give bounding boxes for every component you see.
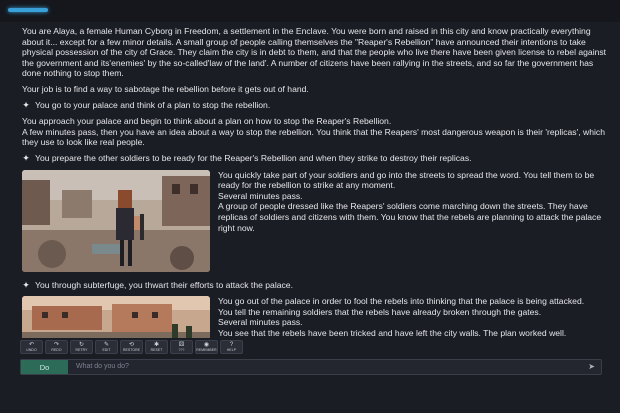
story-paragraph: You quickly take part of your soldiers a… (218, 170, 612, 272)
story-entry-with-image: You quickly take part of your soldiers a… (22, 169, 612, 272)
command-input-bar: Do What do you do? ➤ (20, 359, 602, 375)
story-log: You are Alaya, a female Human Cyborg in … (22, 26, 612, 338)
send-icon[interactable]: ➤ (588, 362, 595, 371)
scene-illustration (22, 296, 210, 338)
story-line: A group of people dressed like the Reape… (218, 201, 602, 233)
story-line: You approach your palace and begin to th… (22, 116, 392, 127)
story-line: You see that the rebels have been tricke… (218, 327, 567, 338)
restore-label: RESTORE (122, 348, 141, 352)
action-star-icon: ✦ (22, 279, 30, 290)
redo-button[interactable]: ↷ REDO (45, 340, 68, 354)
action-star-icon: ✦ (22, 152, 30, 163)
scene-illustration (22, 169, 210, 272)
menu-indicator[interactable] (8, 8, 48, 12)
top-bar (0, 0, 620, 22)
do-mode-button[interactable]: Do (21, 360, 68, 374)
action-toolbar: ↶ UNDO ↷ REDO ↻ RETRY ✎ EDIT ⟲ RESTORE ✱… (20, 340, 243, 354)
action-star-icon: ✦ (22, 99, 30, 110)
dice-button[interactable]: ⚄ ??? (170, 340, 193, 354)
story-goal: Your job is to find a way to sabotage th… (22, 83, 309, 94)
story-line: You go out of the palace in order to foo… (218, 296, 585, 307)
story-intro: You are Alaya, a female Human Cyborg in … (22, 26, 607, 79)
story-line: Several minutes pass. (218, 190, 303, 201)
action-text: You go to your palace and think of a pla… (35, 99, 271, 110)
action-text: You prepare the other soldiers to be rea… (35, 152, 472, 163)
story-paragraph: You go out of the palace in order to foo… (218, 296, 612, 338)
player-action: ✦ You prepare the other soldiers to be r… (22, 153, 612, 164)
story-line: You quickly take part of your soldiers a… (218, 169, 595, 191)
undo-button[interactable]: ↶ UNDO (20, 340, 43, 354)
reset-label: RESET (150, 348, 163, 352)
reset-button[interactable]: ✱ RESET (145, 340, 168, 354)
player-action: ✦ You through subterfuge, you thwart the… (22, 280, 612, 291)
remember-button[interactable]: ◉ REMEMBER (195, 340, 218, 354)
command-input[interactable]: What do you do? (76, 363, 129, 370)
player-action: ✦ You go to your palace and think of a p… (22, 100, 612, 111)
story-line: A few minutes pass, then you have an ide… (22, 126, 605, 148)
story-entry-with-image: You go out of the palace in order to foo… (22, 296, 612, 338)
story-line: Several minutes pass. (218, 317, 303, 328)
edit-label: EDIT (102, 348, 111, 352)
remember-label: REMEMBER (196, 348, 217, 352)
dice-label: ??? (178, 348, 185, 352)
story-paragraph: You approach your palace and begin to th… (22, 116, 612, 148)
retry-label: RETRY (75, 348, 88, 352)
restore-button[interactable]: ⟲ RESTORE (120, 340, 143, 354)
help-button[interactable]: ? HELP (220, 340, 243, 354)
redo-label: REDO (51, 348, 62, 352)
retry-button[interactable]: ↻ RETRY (70, 340, 93, 354)
help-label: HELP (226, 348, 237, 352)
edit-button[interactable]: ✎ EDIT (95, 340, 118, 354)
action-text: You through subterfuge, you thwart their… (35, 279, 293, 290)
undo-label: UNDO (26, 348, 37, 352)
story-line: You tell the remaining soldiers that the… (218, 306, 542, 317)
